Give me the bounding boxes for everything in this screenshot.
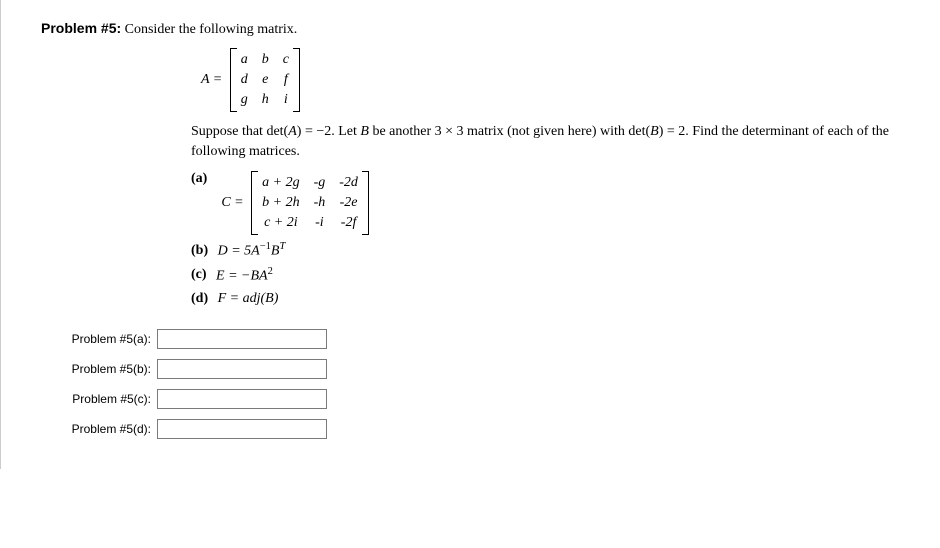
right-bracket-icon	[362, 171, 369, 235]
matrix-A: a b c d e f g h i	[230, 48, 300, 112]
left-bracket-icon	[251, 171, 258, 235]
answer-input-b[interactable]	[157, 359, 327, 379]
matrix-cell: c + 2i	[262, 215, 299, 231]
matrix-cell: -2e	[339, 195, 358, 211]
text: ) = −2. Let	[297, 124, 361, 139]
right-bracket-icon	[293, 48, 300, 112]
answer-row-a: Problem #5(a):	[41, 329, 920, 349]
matrix-cell: e	[262, 72, 269, 88]
expr-text: F = adj(B)	[218, 291, 279, 306]
expr-text: D = 5A	[218, 244, 260, 259]
matrix-cell: -2f	[339, 215, 358, 231]
part-c-expr: E = −BA2	[216, 266, 273, 285]
answer-input-c[interactable]	[157, 389, 327, 409]
matrix-cell: -g	[314, 175, 326, 191]
answer-input-d[interactable]	[157, 419, 327, 439]
part-b: (b) D = 5A−1BT	[191, 241, 920, 260]
left-bracket-icon	[230, 48, 237, 112]
matrix-cell: b	[262, 52, 269, 68]
answer-row-b: Problem #5(b):	[41, 359, 920, 379]
matrix-cell: a + 2g	[262, 175, 299, 191]
answer-row-d: Problem #5(d):	[41, 419, 920, 439]
matrix-cell: c	[283, 52, 289, 68]
matrix-A-label: A =	[201, 72, 222, 88]
matrix-C-wrap: C = a + 2g -g -2d b + 2h -h -2e c + 2i -…	[221, 171, 369, 235]
matrix-C-label: C =	[221, 195, 243, 211]
text: Suppose that det(	[191, 124, 288, 139]
parts-list: (a) C = a + 2g -g -2d b + 2h -h -2e c + …	[191, 171, 920, 307]
problem-number: Problem #5:	[41, 20, 121, 36]
matrix-cell: i	[283, 92, 289, 108]
answer-label-c: Problem #5(c):	[41, 392, 157, 406]
superscript: T	[279, 241, 285, 252]
answer-input-a[interactable]	[157, 329, 327, 349]
answer-row-c: Problem #5(c):	[41, 389, 920, 409]
matrix-C-grid: a + 2g -g -2d b + 2h -h -2e c + 2i -i -2…	[258, 171, 362, 235]
part-c-label: (c)	[191, 267, 207, 283]
part-b-label: (b)	[191, 243, 208, 259]
matrix-cell: -2d	[339, 175, 358, 191]
problem-header: Problem #5: Consider the following matri…	[41, 20, 920, 38]
part-d: (d) F = adj(B)	[191, 291, 920, 307]
problem-intro: Consider the following matrix.	[125, 22, 298, 37]
matrix-cell: -i	[314, 215, 326, 231]
var-A: A	[288, 124, 297, 139]
answer-label-b: Problem #5(b):	[41, 362, 157, 376]
matrix-A-grid: a b c d e f g h i	[237, 48, 293, 112]
superscript: 2	[268, 266, 273, 277]
matrix-cell: d	[241, 72, 248, 88]
matrix-cell: -h	[314, 195, 326, 211]
matrix-cell: a	[241, 52, 248, 68]
matrix-cell: b + 2h	[262, 195, 299, 211]
answer-label-d: Problem #5(d):	[41, 422, 157, 436]
part-a-label: (a)	[191, 171, 207, 187]
part-d-expr: F = adj(B)	[218, 291, 279, 307]
matrix-C: a + 2g -g -2d b + 2h -h -2e c + 2i -i -2…	[251, 171, 369, 235]
answer-area: Problem #5(a): Problem #5(b): Problem #5…	[41, 329, 920, 439]
part-a: (a) C = a + 2g -g -2d b + 2h -h -2e c + …	[191, 171, 920, 235]
matrix-cell: f	[283, 72, 289, 88]
answer-label-a: Problem #5(a):	[41, 332, 157, 346]
part-d-label: (d)	[191, 291, 208, 307]
var-B: B	[650, 124, 659, 139]
part-c: (c) E = −BA2	[191, 266, 920, 285]
part-b-expr: D = 5A−1BT	[218, 241, 286, 260]
matrix-A-block: A = a b c d e f g h i	[201, 48, 920, 112]
var-B: B	[360, 124, 369, 139]
matrix-cell: h	[262, 92, 269, 108]
expr-text: E = −BA	[216, 269, 268, 284]
superscript: −1	[260, 241, 271, 252]
matrix-cell: g	[241, 92, 248, 108]
problem-statement: Suppose that det(A) = −2. Let B be anoth…	[191, 122, 911, 161]
text: be another 3 × 3 matrix (not given here)…	[369, 124, 650, 139]
